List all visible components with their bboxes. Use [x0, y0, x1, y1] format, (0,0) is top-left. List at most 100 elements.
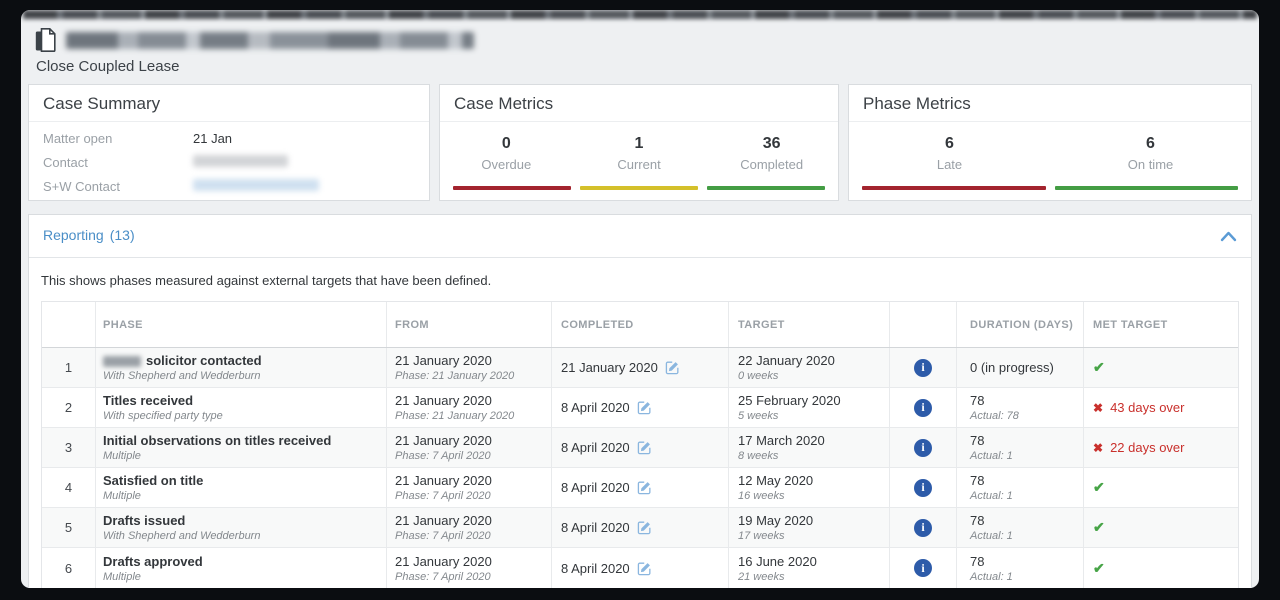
duration-value: 78: [970, 513, 1075, 528]
row-number: 6: [42, 548, 96, 588]
reporting-description: This shows phases measured against exter…: [29, 258, 1251, 301]
info-icon[interactable]: i: [914, 519, 932, 537]
row-number: 1: [42, 348, 96, 387]
target-date: 25 February 2020: [738, 393, 881, 408]
completed-bar: [707, 186, 825, 190]
current-bar: [580, 186, 698, 190]
phase-name: Initial observations on titles received: [103, 433, 378, 448]
from-subtitle: Phase: 21 January 2020: [395, 410, 543, 422]
edit-completed-date-icon[interactable]: [637, 440, 652, 455]
phase-name-text: Drafts issued: [103, 513, 185, 528]
phase-name-text: solicitor contacted: [146, 353, 262, 368]
phase-name: Titles received: [103, 393, 378, 408]
metric-current: 1 Current: [573, 135, 706, 172]
target-date: 22 January 2020: [738, 353, 881, 368]
row-number: 4: [42, 468, 96, 507]
from-subtitle: Phase: 7 April 2020: [395, 490, 543, 502]
phase-subtitle: With Shepherd and Wedderburn: [103, 530, 378, 542]
case-summary-card: Case Summary Matter open 21 Jan Contact …: [28, 84, 430, 201]
overdue-bar: [453, 186, 571, 190]
target-subtitle: 5 weeks: [738, 410, 881, 422]
phase-name: Drafts issued: [103, 513, 378, 528]
info-icon[interactable]: i: [914, 439, 932, 457]
metric-label: On time: [1050, 157, 1251, 172]
duration-subtitle: Actual: 1: [970, 530, 1075, 542]
case-metrics-title: Case Metrics: [440, 85, 838, 122]
reporting-header[interactable]: Reporting (13): [29, 215, 1251, 258]
completed-date: 8 April 2020: [561, 520, 630, 535]
target-subtitle: 16 weeks: [738, 490, 881, 502]
phase-name-text: Titles received: [103, 393, 193, 408]
target-date: 12 May 2020: [738, 473, 881, 488]
reporting-title: Reporting: [43, 227, 104, 243]
document-icon: [35, 28, 56, 52]
reporting-count: (13): [110, 227, 135, 243]
target-date: 17 March 2020: [738, 433, 881, 448]
info-icon[interactable]: i: [914, 479, 932, 497]
page-header: Close Coupled Lease: [21, 19, 1259, 81]
met-target-check-icon: ✔: [1093, 560, 1230, 577]
phase-name-text: Initial observations on titles received: [103, 433, 331, 448]
metric-value: 36: [705, 135, 838, 153]
duration-value: 78: [970, 554, 1075, 569]
met-target-fail: ✖43 days over: [1093, 400, 1230, 415]
metric-value: 1: [573, 135, 706, 153]
met-fail-text: 22 days over: [1110, 440, 1184, 455]
edit-completed-date-icon[interactable]: [637, 400, 652, 415]
table-header-row: PHASE FROM COMPLETED TARGET DURATION (DA…: [42, 302, 1238, 348]
edit-completed-date-icon[interactable]: [665, 360, 680, 375]
duration-subtitle: Actual: 1: [970, 450, 1075, 462]
info-icon[interactable]: i: [914, 559, 932, 577]
col-duration: DURATION (DAYS): [957, 302, 1084, 347]
col-phase: PHASE: [96, 302, 387, 347]
met-target-x-icon: ✖: [1093, 441, 1103, 455]
edit-completed-date-icon[interactable]: [637, 561, 652, 576]
target-subtitle: 17 weeks: [738, 530, 881, 542]
from-date: 21 January 2020: [395, 554, 543, 569]
edit-completed-date-icon[interactable]: [637, 480, 652, 495]
phase-name: Satisfied on title: [103, 473, 378, 488]
table-row: 3 Initial observations on titles receive…: [42, 428, 1238, 468]
app-window: Close Coupled Lease Case Summary Matter …: [21, 10, 1259, 588]
info-icon[interactable]: i: [914, 399, 932, 417]
phase-name-text: Drafts approved: [103, 554, 203, 569]
met-target-check-icon: ✔: [1093, 479, 1230, 496]
reporting-section: Reporting (13) This shows phases measured…: [28, 214, 1252, 588]
edit-completed-date-icon[interactable]: [637, 520, 652, 535]
phase-metrics-title: Phase Metrics: [849, 85, 1251, 122]
table-row: 6 Drafts approved Multiple 21 January 20…: [42, 548, 1238, 588]
phase-subtitle: With specified party type: [103, 410, 378, 422]
metric-label: Current: [573, 157, 706, 172]
late-bar: [862, 186, 1046, 190]
table-row: 4 Satisfied on title Multiple 21 January…: [42, 468, 1238, 508]
metric-late: 6 Late: [849, 135, 1050, 172]
from-date: 21 January 2020: [395, 353, 543, 368]
row-number: 5: [42, 508, 96, 547]
met-target-check-icon: ✔: [1093, 359, 1230, 376]
target-subtitle: 0 weeks: [738, 370, 881, 382]
from-subtitle: Phase: 21 January 2020: [395, 370, 543, 382]
from-subtitle: Phase: 7 April 2020: [395, 530, 543, 542]
redacted-sw-contact-value: [193, 179, 319, 191]
col-met-target: MET TARGET: [1084, 302, 1238, 347]
redacted-case-title: [66, 32, 474, 49]
duration-value: 78: [970, 433, 1075, 448]
from-date: 21 January 2020: [395, 513, 543, 528]
from-date: 21 January 2020: [395, 393, 543, 408]
duration-value: 0 (in progress): [970, 360, 1075, 375]
duration-value: 78: [970, 473, 1075, 488]
completed-date: 8 April 2020: [561, 440, 630, 455]
metric-value: 6: [1050, 135, 1251, 153]
chevron-up-icon[interactable]: [1220, 231, 1237, 242]
phase-subtitle: Multiple: [103, 571, 378, 583]
col-row-number: [42, 302, 96, 347]
metric-value: 0: [440, 135, 573, 153]
target-date: 19 May 2020: [738, 513, 881, 528]
metric-label: Late: [849, 157, 1050, 172]
phase-metrics-card: Phase Metrics 6 Late 6 On time: [848, 84, 1252, 201]
phase-subtitle: Multiple: [103, 490, 378, 502]
info-icon[interactable]: i: [914, 359, 932, 377]
summary-field-sw-contact: S+W Contact: [43, 179, 415, 194]
redacted-phase-prefix: [103, 356, 141, 367]
field-label: Contact: [43, 155, 193, 170]
